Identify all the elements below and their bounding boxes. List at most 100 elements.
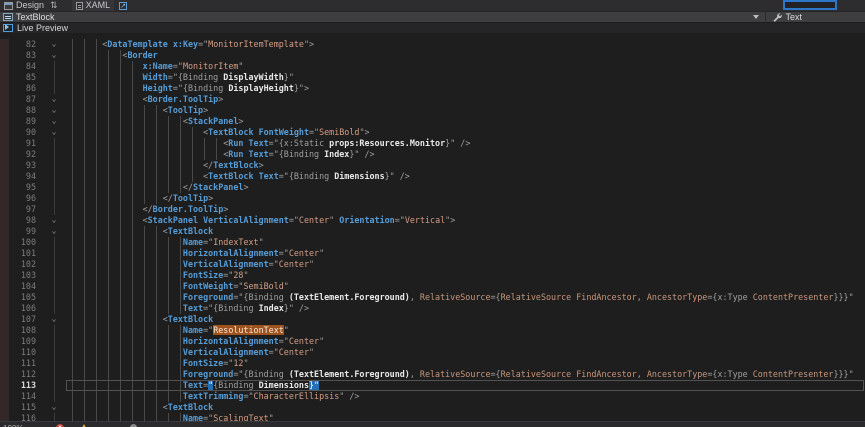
code-line-88[interactable]: 88⌄<ToolTip>	[0, 105, 865, 116]
code-line-108[interactable]: 108Name="ResolutionText"	[0, 325, 865, 336]
code-line-82[interactable]: 82⌄<DataTemplate x:Key="MonitorItemTempl…	[0, 39, 865, 50]
swap-panes-icon[interactable]: ⇅	[50, 0, 58, 11]
code-line-113[interactable]: 113Text="{Binding Dimensions}"	[0, 380, 865, 391]
code-line-87[interactable]: 87⌄<Border.ToolTip>	[0, 94, 865, 105]
code-line-98[interactable]: 98⌄<StackPanel VerticalAlignment="Center…	[0, 215, 865, 226]
code-line-84[interactable]: 84x:Name="MonitorItem"	[0, 61, 865, 72]
breakpoint-margin[interactable]	[0, 391, 9, 402]
breakpoint-margin[interactable]	[0, 369, 9, 380]
code-line-110[interactable]: 110VerticalAlignment="Center"	[0, 347, 865, 358]
fold-chevron-icon[interactable]: ⌄	[43, 226, 65, 237]
breakpoint-margin[interactable]	[0, 193, 9, 204]
code-line-86[interactable]: 86Height="{Binding DisplayHeight}">	[0, 83, 865, 94]
breakpoint-margin[interactable]	[0, 94, 9, 105]
fold-chevron-icon[interactable]: ⌄	[43, 39, 65, 50]
breakpoint-margin[interactable]	[0, 270, 9, 281]
code-line-102[interactable]: 102VerticalAlignment="Center"	[0, 259, 865, 270]
breakpoint-margin[interactable]	[0, 116, 9, 127]
fold-chevron-icon[interactable]: ⌄	[43, 116, 65, 127]
code-line-90[interactable]: 90⌄<TextBlock FontWeight="SemiBold">	[0, 127, 865, 138]
code-line-85[interactable]: 85Width="{Binding DisplayWidth}"	[0, 72, 865, 83]
code-line-101[interactable]: 101HorizontalAlignment="Center"	[0, 248, 865, 259]
xaml-tab[interactable]: XAML	[72, 0, 115, 11]
fold-guide	[43, 72, 65, 83]
breakpoint-margin[interactable]	[0, 292, 9, 303]
code-editor[interactable]: 82⌄<DataTemplate x:Key="MonitorItemTempl…	[0, 33, 865, 424]
focus-outline-box[interactable]	[783, 0, 837, 10]
line-number: 89	[9, 116, 43, 127]
fold-chevron-icon[interactable]: ⌄	[43, 402, 65, 413]
code-line-112[interactable]: 112Foreground="{Binding (TextElement.For…	[0, 369, 865, 380]
breakpoint-margin[interactable]	[0, 160, 9, 171]
fold-guide	[43, 292, 65, 303]
breakpoint-margin[interactable]	[0, 171, 9, 182]
breakpoint-margin[interactable]	[0, 380, 9, 391]
code-line-106[interactable]: 106Text="{Binding Index}" />	[0, 303, 865, 314]
property-indicator[interactable]: Text	[785, 12, 802, 23]
code-line-94[interactable]: 94<TextBlock Text="{Binding Dimensions}"…	[0, 171, 865, 182]
fold-chevron-icon[interactable]: ⌄	[43, 314, 65, 325]
indent-guides	[72, 391, 183, 402]
breakpoint-margin[interactable]	[0, 182, 9, 193]
breakpoint-margin[interactable]	[0, 226, 9, 237]
breakpoint-margin[interactable]	[0, 358, 9, 369]
code-line-99[interactable]: 99⌄<TextBlock	[0, 226, 865, 237]
breakpoint-margin[interactable]	[0, 237, 9, 248]
fold-chevron-icon[interactable]: ⌄	[43, 127, 65, 138]
code-line-107[interactable]: 107⌄<TextBlock	[0, 314, 865, 325]
fold-chevron-icon[interactable]: ⌄	[43, 94, 65, 105]
fold-guide	[43, 281, 65, 292]
breakpoint-margin[interactable]	[0, 336, 9, 347]
breakpoint-margin[interactable]	[0, 72, 9, 83]
code-line-92[interactable]: 92<Run Text="{Binding Index}" />	[0, 149, 865, 160]
fold-guide	[43, 138, 65, 149]
code-line-109[interactable]: 109HorizontalAlignment="Center"	[0, 336, 865, 347]
code-line-105[interactable]: 105Foreground="{Binding (TextElement.For…	[0, 292, 865, 303]
indent-guides	[72, 215, 143, 226]
design-tab[interactable]: Design	[16, 0, 44, 11]
breakpoint-margin[interactable]	[0, 83, 9, 94]
line-number: 109	[9, 336, 43, 347]
code-line-114[interactable]: 114TextTrimming="CharacterEllipsis" />	[0, 391, 865, 402]
code-line-111[interactable]: 111FontSize="12"	[0, 358, 865, 369]
breakpoint-margin[interactable]	[0, 314, 9, 325]
indent-guides	[72, 358, 183, 369]
breakpoint-margin[interactable]	[0, 325, 9, 336]
fold-chevron-icon[interactable]: ⌄	[43, 105, 65, 116]
breakpoint-margin[interactable]	[0, 281, 9, 292]
code-line-104[interactable]: 104FontWeight="SemiBold"	[0, 281, 865, 292]
breakpoint-margin[interactable]	[0, 248, 9, 259]
code-line-103[interactable]: 103FontSize="28"	[0, 270, 865, 281]
code-line-93[interactable]: 93</TextBlock>	[0, 160, 865, 171]
breakpoint-margin[interactable]	[0, 347, 9, 358]
code-line-89[interactable]: 89⌄<StackPanel>	[0, 116, 865, 127]
fold-chevron-icon[interactable]: ⌄	[43, 215, 65, 226]
breakpoint-margin[interactable]	[0, 402, 9, 413]
breadcrumb-element[interactable]: TextBlock	[16, 12, 55, 23]
breakpoint-margin[interactable]	[0, 303, 9, 314]
popout-icon[interactable]: ↗	[119, 2, 127, 10]
dropdown-caret-icon[interactable]	[753, 15, 759, 19]
code-line-100[interactable]: 100Name="IndexText"	[0, 237, 865, 248]
breakpoint-margin[interactable]	[0, 215, 9, 226]
line-number: 114	[9, 391, 43, 402]
code-line-83[interactable]: 83⌄<Border	[0, 50, 865, 61]
code-line-115[interactable]: 115⌄<TextBlock	[0, 402, 865, 413]
fold-chevron-icon[interactable]: ⌄	[43, 50, 65, 61]
code-line-97[interactable]: 97</Border.ToolTip>	[0, 204, 865, 215]
breakpoint-margin[interactable]	[0, 127, 9, 138]
indent-guides	[72, 314, 163, 325]
breakpoint-margin[interactable]	[0, 138, 9, 149]
code-line-95[interactable]: 95</StackPanel>	[0, 182, 865, 193]
breakpoint-margin[interactable]	[0, 39, 9, 50]
indent-guides	[72, 50, 122, 61]
code-line-91[interactable]: 91<Run Text="{x:Static props:Resources.M…	[0, 138, 865, 149]
breakpoint-margin[interactable]	[0, 61, 9, 72]
code-text: <TextBlock	[65, 314, 865, 325]
breakpoint-margin[interactable]	[0, 204, 9, 215]
breakpoint-margin[interactable]	[0, 50, 9, 61]
breakpoint-margin[interactable]	[0, 259, 9, 270]
code-line-96[interactable]: 96</ToolTip>	[0, 193, 865, 204]
breakpoint-margin[interactable]	[0, 149, 9, 160]
breakpoint-margin[interactable]	[0, 105, 9, 116]
